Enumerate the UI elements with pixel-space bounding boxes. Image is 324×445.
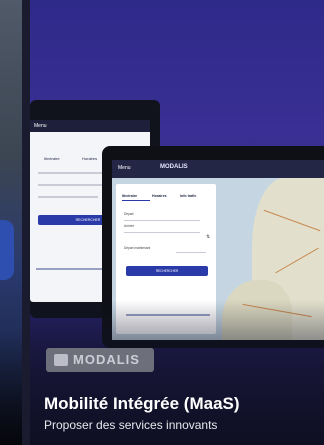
maas-card[interactable]: Menu Itinéraire Horaires Info trafic REC… [30, 0, 324, 445]
card-subtitle: Proposer des services innovants [44, 418, 218, 432]
tablet-tab-itinerary: Itinéraire [44, 156, 60, 161]
modalis-logo: MODALIS [46, 348, 154, 372]
app-menu-label: Menu [118, 165, 131, 171]
departure-field [124, 220, 200, 221]
previous-card-edge[interactable] [0, 0, 22, 445]
logo-text: MODALIS [73, 352, 140, 367]
tablet-tab-schedules: Horaires [82, 156, 98, 161]
active-tab-underline [122, 200, 150, 201]
app-tab-schedules: Horaires [152, 194, 167, 198]
arrival-field [124, 232, 200, 233]
tablet-field-line [38, 196, 98, 198]
field-label-arrival: Arrivée [124, 224, 135, 228]
app-tab-itinerary: Itinéraire [122, 194, 138, 198]
card-title[interactable]: Mobilité Intégrée (MaaS) [44, 394, 240, 414]
tablet-topbar: Menu [30, 120, 150, 132]
app-tab-traffic: Info trafic [180, 194, 197, 198]
logo-mark-icon [54, 354, 68, 366]
app-topbar: Menu MODALIS [112, 160, 324, 178]
field-label-departure: Départ [124, 212, 134, 216]
swap-icon: ⇅ [206, 234, 211, 240]
app-search-button: RECHERCHER [126, 266, 208, 276]
tablet-menu-label: Menu [34, 123, 47, 129]
card-shade [0, 330, 22, 445]
departure-time-label: Départ maintenant [124, 246, 151, 250]
app-logo-label: MODALIS [160, 164, 188, 170]
departure-time-select [176, 252, 206, 253]
decorative-shape [0, 220, 14, 280]
